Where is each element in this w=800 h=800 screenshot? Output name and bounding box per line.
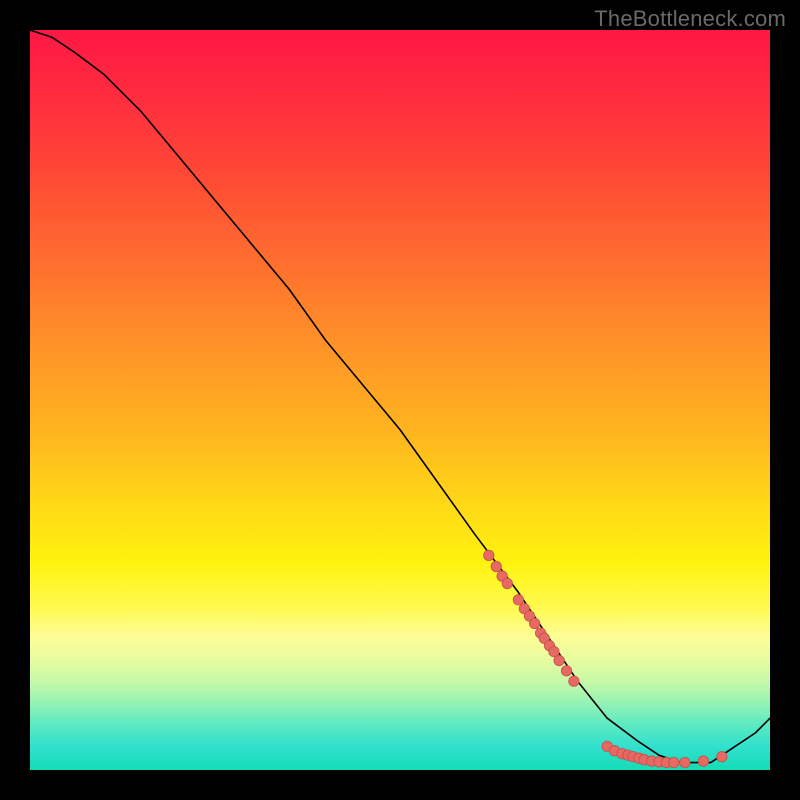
scatter-point xyxy=(529,618,539,628)
bottleneck-curve xyxy=(30,30,770,763)
chart-overlay xyxy=(30,30,770,770)
scatter-point xyxy=(669,757,679,767)
scatter-point xyxy=(717,751,727,761)
scatter-point xyxy=(484,550,494,560)
watermark-text: TheBottleneck.com xyxy=(594,6,786,32)
plot-area xyxy=(30,30,770,770)
scatter-point xyxy=(513,595,523,605)
scatter-points xyxy=(484,550,728,768)
scatter-point xyxy=(502,578,512,588)
scatter-point xyxy=(491,561,501,571)
scatter-point xyxy=(554,655,564,665)
chart-stage: TheBottleneck.com xyxy=(0,0,800,800)
scatter-point xyxy=(561,666,571,676)
scatter-point xyxy=(698,756,708,766)
scatter-point xyxy=(680,757,690,767)
scatter-point xyxy=(569,676,579,686)
